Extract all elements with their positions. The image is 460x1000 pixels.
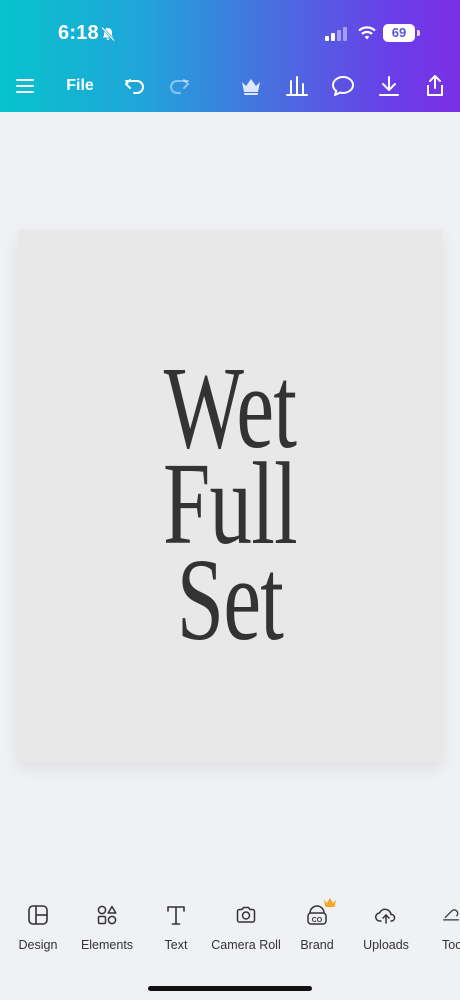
file-menu-button[interactable]: File [62, 72, 98, 100]
cloud-upload-icon [346, 902, 426, 928]
bottom-tab-bar: Design Elements Text Camera Roll CO Bran… [0, 882, 460, 1000]
top-header: 6:18 69 File [0, 0, 460, 112]
share-icon[interactable] [422, 72, 448, 100]
headline-line-3: Set [176, 534, 284, 665]
tab-elements[interactable]: Elements [67, 902, 147, 952]
tab-label: Camera Roll [211, 938, 281, 952]
editor-canvas[interactable]: Wet Full Set [0, 112, 460, 882]
camera-icon [206, 902, 286, 928]
hamburger-menu-icon[interactable] [14, 72, 38, 100]
status-bar: 6:18 69 [0, 0, 460, 64]
wifi-icon [358, 25, 376, 41]
tab-label: Elements [80, 938, 134, 952]
tab-uploads[interactable]: Uploads [346, 902, 426, 952]
status-time: 6:18 [58, 22, 99, 44]
tab-label: Uploads [363, 938, 409, 952]
tab-tools[interactable]: Too [420, 902, 460, 952]
svg-text:CO: CO [312, 917, 323, 924]
tab-label: Brand [300, 938, 334, 952]
battery-indicator: 69 [383, 24, 415, 42]
download-icon[interactable] [376, 72, 402, 100]
bar-chart-icon[interactable] [284, 72, 310, 100]
editor-toolbar: File [0, 64, 460, 108]
tab-label: Text [164, 938, 188, 952]
brand-icon: CO [277, 898, 357, 928]
redo-icon[interactable] [166, 72, 192, 100]
comment-icon[interactable] [330, 72, 356, 100]
tab-brand[interactable]: CO Brand [277, 898, 357, 952]
file-label: File [66, 77, 94, 94]
home-indicator[interactable] [148, 986, 312, 991]
headline-text[interactable]: Wet Full Set [77, 349, 382, 665]
tab-camera-roll[interactable]: Camera Roll [206, 902, 286, 952]
battery-tip [417, 30, 420, 36]
design-page[interactable]: Wet Full Set [18, 230, 442, 762]
text-icon [136, 902, 216, 928]
silent-bell-icon [100, 26, 116, 42]
tab-label: Too [442, 938, 460, 952]
tab-text[interactable]: Text [136, 902, 216, 952]
shapes-icon [67, 902, 147, 928]
crown-icon[interactable] [238, 72, 264, 100]
tools-icon [420, 902, 460, 928]
undo-icon[interactable] [122, 72, 148, 100]
cellular-signal-icon [325, 27, 349, 41]
premium-crown-icon [323, 896, 337, 914]
